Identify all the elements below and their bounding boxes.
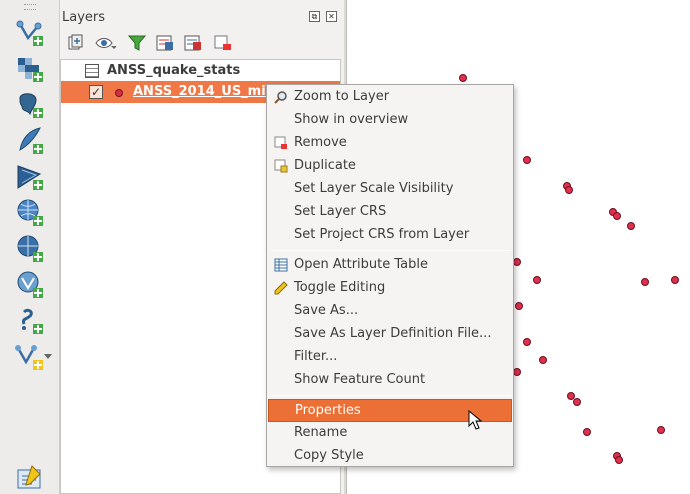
menu-item-save-as[interactable]: Save As... [268, 300, 512, 323]
menu-label: Set Layer CRS [294, 204, 387, 219]
attribute-table-icon [274, 258, 288, 272]
add-delimited-text-layer-icon[interactable] [14, 304, 46, 336]
filter-legend-icon[interactable] [126, 33, 148, 53]
remove-layer-icon [274, 136, 288, 150]
layer-name: ANSS_quake_stats [107, 63, 241, 78]
add-wfs-layer-icon[interactable] [14, 268, 46, 300]
map-point-feature [641, 278, 649, 286]
add-raster-layer-icon[interactable] [14, 52, 46, 84]
menu-label: Save As Layer Definition File... [294, 326, 492, 341]
add-spatialite-layer-icon[interactable] [14, 124, 46, 156]
menu-item-toggle-editing[interactable]: Toggle Editing [268, 277, 512, 300]
add-vector-layer-icon[interactable] [14, 16, 46, 48]
new-shapefile-layer-icon[interactable] [14, 340, 46, 372]
left-layer-toolbar [0, 0, 60, 494]
pencil-icon [274, 281, 288, 295]
mouse-cursor-icon [468, 410, 482, 430]
menu-label: Set Project CRS from Layer [294, 227, 470, 242]
python-console-icon[interactable] [14, 462, 46, 494]
map-point-feature [523, 156, 531, 164]
menu-item-remove[interactable]: Remove [268, 132, 512, 155]
menu-item-show-in-overview[interactable]: Show in overview [268, 109, 512, 132]
menu-label: Duplicate [294, 158, 356, 173]
add-postgis-layer-icon[interactable] [14, 88, 46, 120]
menu-label: Save As... [294, 303, 359, 318]
map-point-feature [627, 222, 635, 230]
menu-label: Open Attribute Table [294, 257, 429, 272]
menu-label: Toggle Editing [294, 280, 386, 295]
collapse-all-icon[interactable] [182, 33, 204, 53]
map-point-feature [573, 398, 581, 406]
add-wcs-layer-icon[interactable] [14, 232, 46, 264]
menu-item-filter[interactable]: Filter... [268, 346, 512, 369]
map-point-feature [459, 74, 467, 82]
menu-label: Rename [294, 425, 348, 440]
toolbar-grip[interactable] [24, 4, 36, 10]
remove-layer-icon[interactable] [212, 33, 234, 53]
menu-label: Show in overview [294, 112, 409, 127]
menu-item-show-feature-count[interactable]: Show Feature Count [268, 369, 512, 392]
close-panel-button[interactable]: ✕ [326, 11, 337, 22]
panel-title: Layers [62, 10, 106, 25]
more-tools-arrow-icon[interactable] [44, 354, 52, 359]
map-point-feature [513, 368, 521, 376]
expand-all-icon[interactable] [154, 33, 176, 53]
zoom-to-layer-icon [274, 90, 288, 104]
menu-item-duplicate[interactable]: Duplicate [268, 155, 512, 178]
menu-label: Copy Style [294, 448, 364, 463]
float-panel-button[interactable]: ⧉ [309, 11, 320, 22]
menu-item-copy-style[interactable]: Copy Style [268, 445, 512, 468]
menu-label: Set Layer Scale Visibility [294, 181, 454, 196]
menu-item-set-layer-crs[interactable]: Set Layer CRS [268, 201, 512, 224]
menu-label: Show Feature Count [294, 372, 426, 387]
layer-row-quake-stats[interactable]: ANSS_quake_stats [61, 60, 340, 82]
map-point-feature [515, 302, 523, 310]
menu-item-set-layer-scale-visibility[interactable]: Set Layer Scale Visibility [268, 178, 512, 201]
map-point-feature [613, 212, 621, 220]
add-wms-layer-icon[interactable] [14, 196, 46, 228]
menu-label: Remove [294, 135, 347, 150]
map-point-feature [657, 426, 665, 434]
add-mssql-layer-icon[interactable] [14, 160, 46, 192]
menu-label: Filter... [294, 349, 338, 364]
menu-label: Properties [295, 403, 361, 418]
menu-item-open-attribute-table[interactable]: Open Attribute Table [268, 254, 512, 277]
layer-visibility-checkbox[interactable]: ✓ [89, 85, 103, 99]
menu-item-set-project-crs[interactable]: Set Project CRS from Layer [268, 224, 512, 247]
add-group-icon[interactable] [64, 33, 86, 53]
map-point-feature [539, 356, 547, 364]
map-point-feature [513, 258, 521, 266]
duplicate-layer-icon [274, 159, 288, 173]
table-icon [85, 64, 99, 78]
map-point-feature [523, 338, 531, 346]
menu-separator [271, 250, 511, 251]
point-symbol-icon [115, 89, 123, 97]
menu-label: Zoom to Layer [294, 89, 390, 104]
map-point-feature [565, 186, 573, 194]
map-point-feature [583, 428, 591, 436]
map-point-feature [533, 276, 541, 284]
menu-item-save-as-layer-definition[interactable]: Save As Layer Definition File... [268, 323, 512, 346]
map-point-feature [615, 456, 623, 464]
menu-separator [271, 395, 511, 396]
map-point-feature [671, 276, 679, 284]
menu-item-zoom-to-layer[interactable]: Zoom to Layer [268, 86, 512, 109]
manage-visibility-icon[interactable] [94, 33, 117, 53]
